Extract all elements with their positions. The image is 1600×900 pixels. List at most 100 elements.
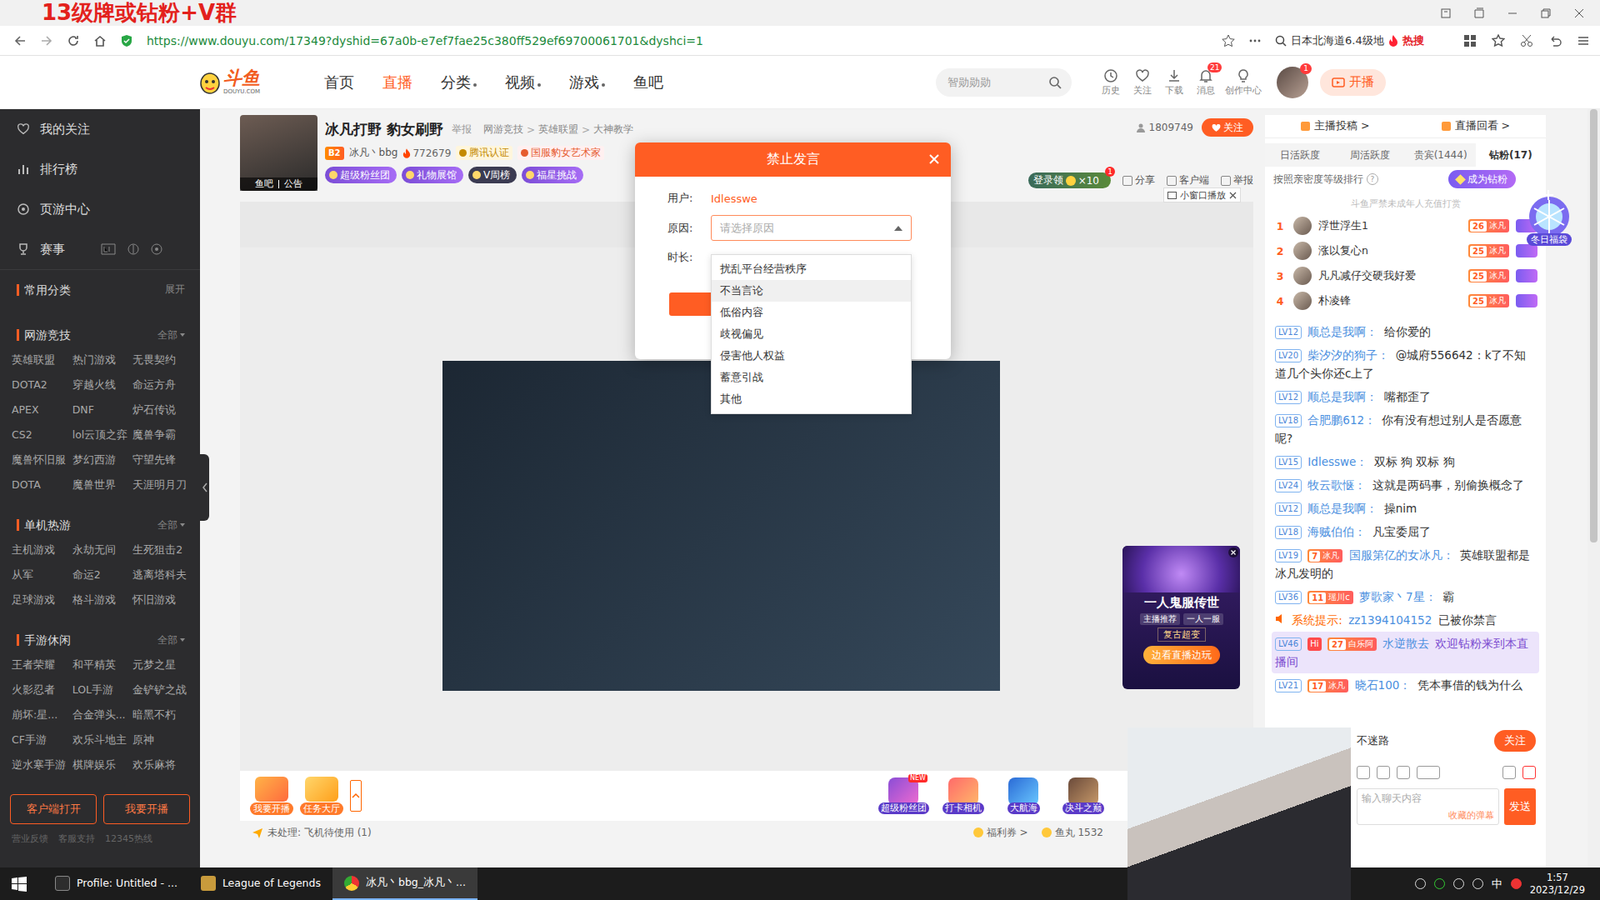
toolbar-item[interactable]: 任务大厅	[300, 776, 344, 815]
undo-icon[interactable]	[1548, 34, 1562, 48]
dota-icon[interactable]	[150, 242, 164, 256]
rank-row[interactable]: 4 朴凌锋 25冰凡	[1265, 288, 1546, 314]
all-link[interactable]: 全部	[157, 328, 185, 343]
user-name[interactable]: 合肥鹏612：	[1307, 413, 1376, 427]
gift-icon[interactable]	[1376, 765, 1390, 780]
chat-message[interactable]: LV15 Idlesswe： 双标 狗 双标 狗	[1271, 450, 1540, 474]
category-crumb[interactable]: 大神教学	[593, 122, 634, 137]
taskbar-app[interactable]: League of Legends	[189, 867, 333, 900]
chat-message[interactable]: LV20 柴汐汐的狗子： @城府556642：k了不知道几个头你还c上了	[1271, 343, 1540, 385]
pin-icon[interactable]	[1440, 7, 1452, 20]
all-link[interactable]: 全部	[157, 518, 185, 533]
game-link[interactable]: 金铲铲之战	[132, 677, 194, 703]
nav-item[interactable]: 鱼吧	[633, 72, 664, 93]
more-icon[interactable]	[1248, 34, 1262, 48]
user-name[interactable]: 萝歌家丶7星：	[1359, 590, 1437, 604]
gift-item[interactable]: 打卡相机	[939, 777, 988, 815]
game-link[interactable]: 魔兽世界	[72, 472, 134, 498]
header-tool[interactable]: 下载	[1161, 68, 1187, 97]
network-icon[interactable]	[1453, 878, 1465, 890]
nav-item[interactable]: 分类	[440, 72, 477, 93]
game-link[interactable]: 格斗游戏	[72, 587, 134, 613]
room-action[interactable]: 客户端	[1166, 173, 1210, 188]
sidebar-link[interactable]: 我的关注	[0, 109, 200, 150]
sidebar-button[interactable]: 我要开播	[103, 794, 190, 825]
owner-name[interactable]: 冰凡丶bbg	[349, 145, 399, 160]
user-name[interactable]: 海贼伯伯：	[1307, 525, 1366, 539]
room-feature[interactable]: 礼物展馆	[401, 166, 464, 184]
game-link[interactable]: 生死狙击2	[132, 537, 194, 563]
footer-link[interactable]: 客服支持	[58, 832, 95, 845]
page-scrollbar[interactable]	[1587, 109, 1600, 868]
game-link[interactable]: LOL手游	[72, 677, 134, 703]
room-action[interactable]: 分享	[1122, 173, 1155, 188]
user-name[interactable]: 国服第亿的女冰凡：	[1349, 548, 1455, 562]
rank-tab[interactable]: 日活跃度	[1265, 143, 1335, 167]
game-link[interactable]: 怀旧游戏	[132, 587, 194, 613]
game-link[interactable]: 无畏契约	[132, 347, 194, 373]
game-link[interactable]: DNF	[72, 397, 134, 423]
game-link[interactable]: 崩坏:星...	[11, 702, 73, 728]
wallet-item[interactable]: 鱼丸 1532	[1041, 825, 1104, 840]
play-button[interactable]: 边看直播边玩	[1143, 645, 1220, 665]
user-name[interactable]: 顺总是我啊：	[1307, 390, 1378, 404]
rank-tab[interactable]: 贵宾(1444)	[1405, 143, 1476, 167]
game-link[interactable]: 天涯明月刀	[132, 472, 194, 498]
game-link[interactable]: 元梦之星	[132, 652, 194, 678]
send-button[interactable]: 发送	[1504, 788, 1536, 825]
home-icon[interactable]	[93, 34, 107, 48]
plus-icon[interactable]	[1543, 190, 1554, 200]
mini-player-button[interactable]: 小窗口播放	[1163, 187, 1241, 203]
user-name[interactable]: 水逆散去	[1382, 636, 1430, 650]
taskbar-app[interactable]: Profile: Untitled - ...	[43, 867, 190, 900]
header-tool[interactable]: 21 消息	[1193, 68, 1219, 97]
game-link[interactable]: 命运2	[72, 562, 134, 588]
reason-option[interactable]: 歧视偏见	[711, 323, 911, 345]
barrage-style-icon[interactable]	[1416, 765, 1440, 780]
game-link[interactable]: 魔兽怀旧服	[11, 447, 73, 473]
category-crumb[interactable]: 网游竞技	[483, 122, 524, 137]
gift-item[interactable]: 决斗之巅	[1059, 777, 1108, 815]
taskbar-app[interactable]: 冰凡丶bbg_冰凡丶...	[332, 867, 478, 900]
report-link[interactable]: 举报	[451, 122, 472, 137]
gift-item[interactable]: NEW 超级粉丝团	[879, 777, 928, 815]
reason-option[interactable]: 蓄意引战	[711, 366, 911, 389]
rank-row[interactable]: 1 浮世浮生1 26冰凡	[1265, 213, 1546, 239]
game-link[interactable]: APEX	[11, 397, 73, 423]
game-link[interactable]: 炉石传说	[132, 397, 194, 423]
game-link[interactable]: 英雄联盟	[11, 347, 73, 373]
become-fan-button[interactable]: 成为钻粉	[1448, 170, 1516, 189]
room-action[interactable]: 举报	[1220, 173, 1254, 188]
toolbar-item[interactable]: 我要开播	[250, 776, 294, 815]
expand-link[interactable]: 展开	[165, 282, 185, 297]
header-tool[interactable]: 创作中心	[1225, 68, 1262, 97]
footer-link[interactable]: 营业反馈	[11, 832, 49, 845]
header-tool[interactable]: 历史	[1098, 68, 1124, 97]
rank-tab[interactable]: 钻粉(17)	[1475, 143, 1546, 167]
pending-items[interactable]: 未处理: 飞机待使用 (1)	[251, 825, 372, 840]
chat-link[interactable]: 直播回看 >	[1405, 115, 1547, 138]
user-name[interactable]: 顺总是我啊：	[1307, 501, 1378, 515]
user-name[interactable]: 柴汐汐的狗子：	[1307, 348, 1390, 362]
login-reward[interactable]: 登录领×101	[1028, 172, 1111, 189]
room-feature[interactable]: 福星挑战	[521, 166, 584, 184]
game-link[interactable]: lol云顶之弈	[72, 422, 134, 448]
sogou-icon[interactable]	[1510, 878, 1522, 890]
volume-icon[interactable]	[1472, 878, 1484, 890]
room-badge[interactable]: 腾讯认证	[455, 145, 513, 160]
restore-icon[interactable]	[1540, 7, 1552, 20]
game-link[interactable]: 主机游戏	[11, 537, 73, 563]
room-badge[interactable]: 国服豹女艺术家	[517, 145, 605, 160]
nav-item[interactable]: 直播	[382, 72, 413, 93]
url-field[interactable]: https://www.douyu.com/17349?dyshid=67a0b…	[146, 34, 1209, 48]
game-link[interactable]: 合金弹头...	[72, 702, 134, 728]
chat-message[interactable]: LV18 合肥鹏612： 你有没有想过别人是否愿意呢?	[1271, 408, 1540, 450]
nav-item[interactable]: 游戏	[569, 72, 605, 93]
reason-option[interactable]: 扰乱平台经营秩序	[711, 258, 911, 280]
reason-option[interactable]: 侵害他人权益	[711, 345, 911, 367]
reason-option[interactable]: 低俗内容	[711, 301, 911, 324]
game-link[interactable]: 欢乐斗地主	[72, 727, 134, 753]
wallet-item[interactable]: 福利券 >	[973, 825, 1029, 840]
redpacket-icon[interactable]	[1522, 765, 1536, 780]
expand-toggle[interactable]	[350, 780, 362, 812]
